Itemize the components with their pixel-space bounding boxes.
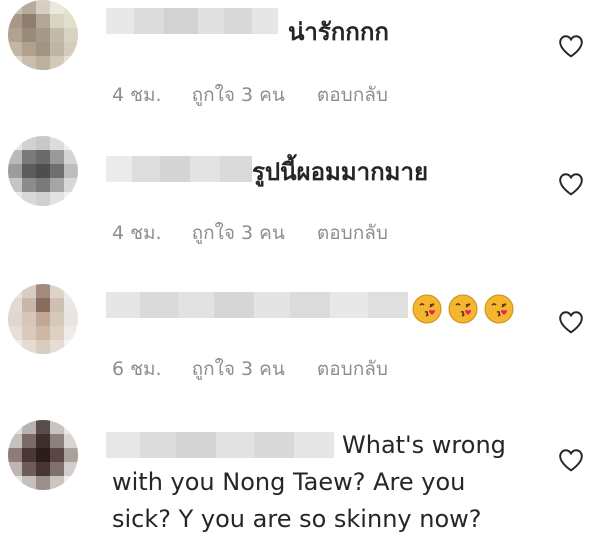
- comment-text-line-2: with you Nong Taew? Are you: [112, 468, 466, 496]
- comment-text: รูปนี้ผอมมากมาย: [252, 158, 429, 186]
- comment-time: 4 ชม.: [112, 222, 162, 244]
- heart-outline-icon[interactable]: [558, 34, 584, 58]
- avatar[interactable]: [8, 0, 78, 70]
- blurred-username[interactable]: [106, 432, 334, 458]
- emoji-row: [412, 294, 514, 324]
- blurred-username[interactable]: [106, 292, 408, 318]
- comment-likes[interactable]: ถูกใจ 3 คน: [192, 218, 285, 248]
- avatar[interactable]: [8, 136, 78, 206]
- comment-time: 6 ชม.: [112, 358, 162, 380]
- comment-likes[interactable]: ถูกใจ 3 คน: [192, 354, 285, 384]
- blurred-username[interactable]: [106, 156, 252, 182]
- comment-text-line-3: sick? Y you are so skinny now?: [112, 505, 482, 533]
- kissing-face-emoji: [484, 294, 514, 324]
- comment-text-line-1: What's wrong: [342, 431, 506, 459]
- avatar[interactable]: [8, 284, 78, 354]
- blurred-username[interactable]: [106, 8, 278, 34]
- comment-text: น่ารักกกก: [288, 18, 389, 46]
- heart-outline-icon[interactable]: [558, 448, 584, 472]
- kissing-face-emoji: [412, 294, 442, 324]
- avatar[interactable]: [8, 420, 78, 490]
- comment-meta: 4 ชม. ถูกใจ 3 คน ตอบกลับ: [112, 218, 388, 248]
- comment-meta: 6 ชม. ถูกใจ 3 คน ตอบกลับ: [112, 354, 388, 384]
- comment-time: 4 ชม.: [112, 84, 162, 106]
- comment-likes[interactable]: ถูกใจ 3 คน: [192, 80, 285, 110]
- reply-button[interactable]: ตอบกลับ: [317, 80, 388, 110]
- kissing-face-emoji: [448, 294, 478, 324]
- reply-button[interactable]: ตอบกลับ: [317, 354, 388, 384]
- comment-meta: 4 ชม. ถูกใจ 3 คน ตอบกลับ: [112, 80, 388, 110]
- heart-outline-icon[interactable]: [558, 172, 584, 196]
- reply-button[interactable]: ตอบกลับ: [317, 218, 388, 248]
- heart-outline-icon[interactable]: [558, 310, 584, 334]
